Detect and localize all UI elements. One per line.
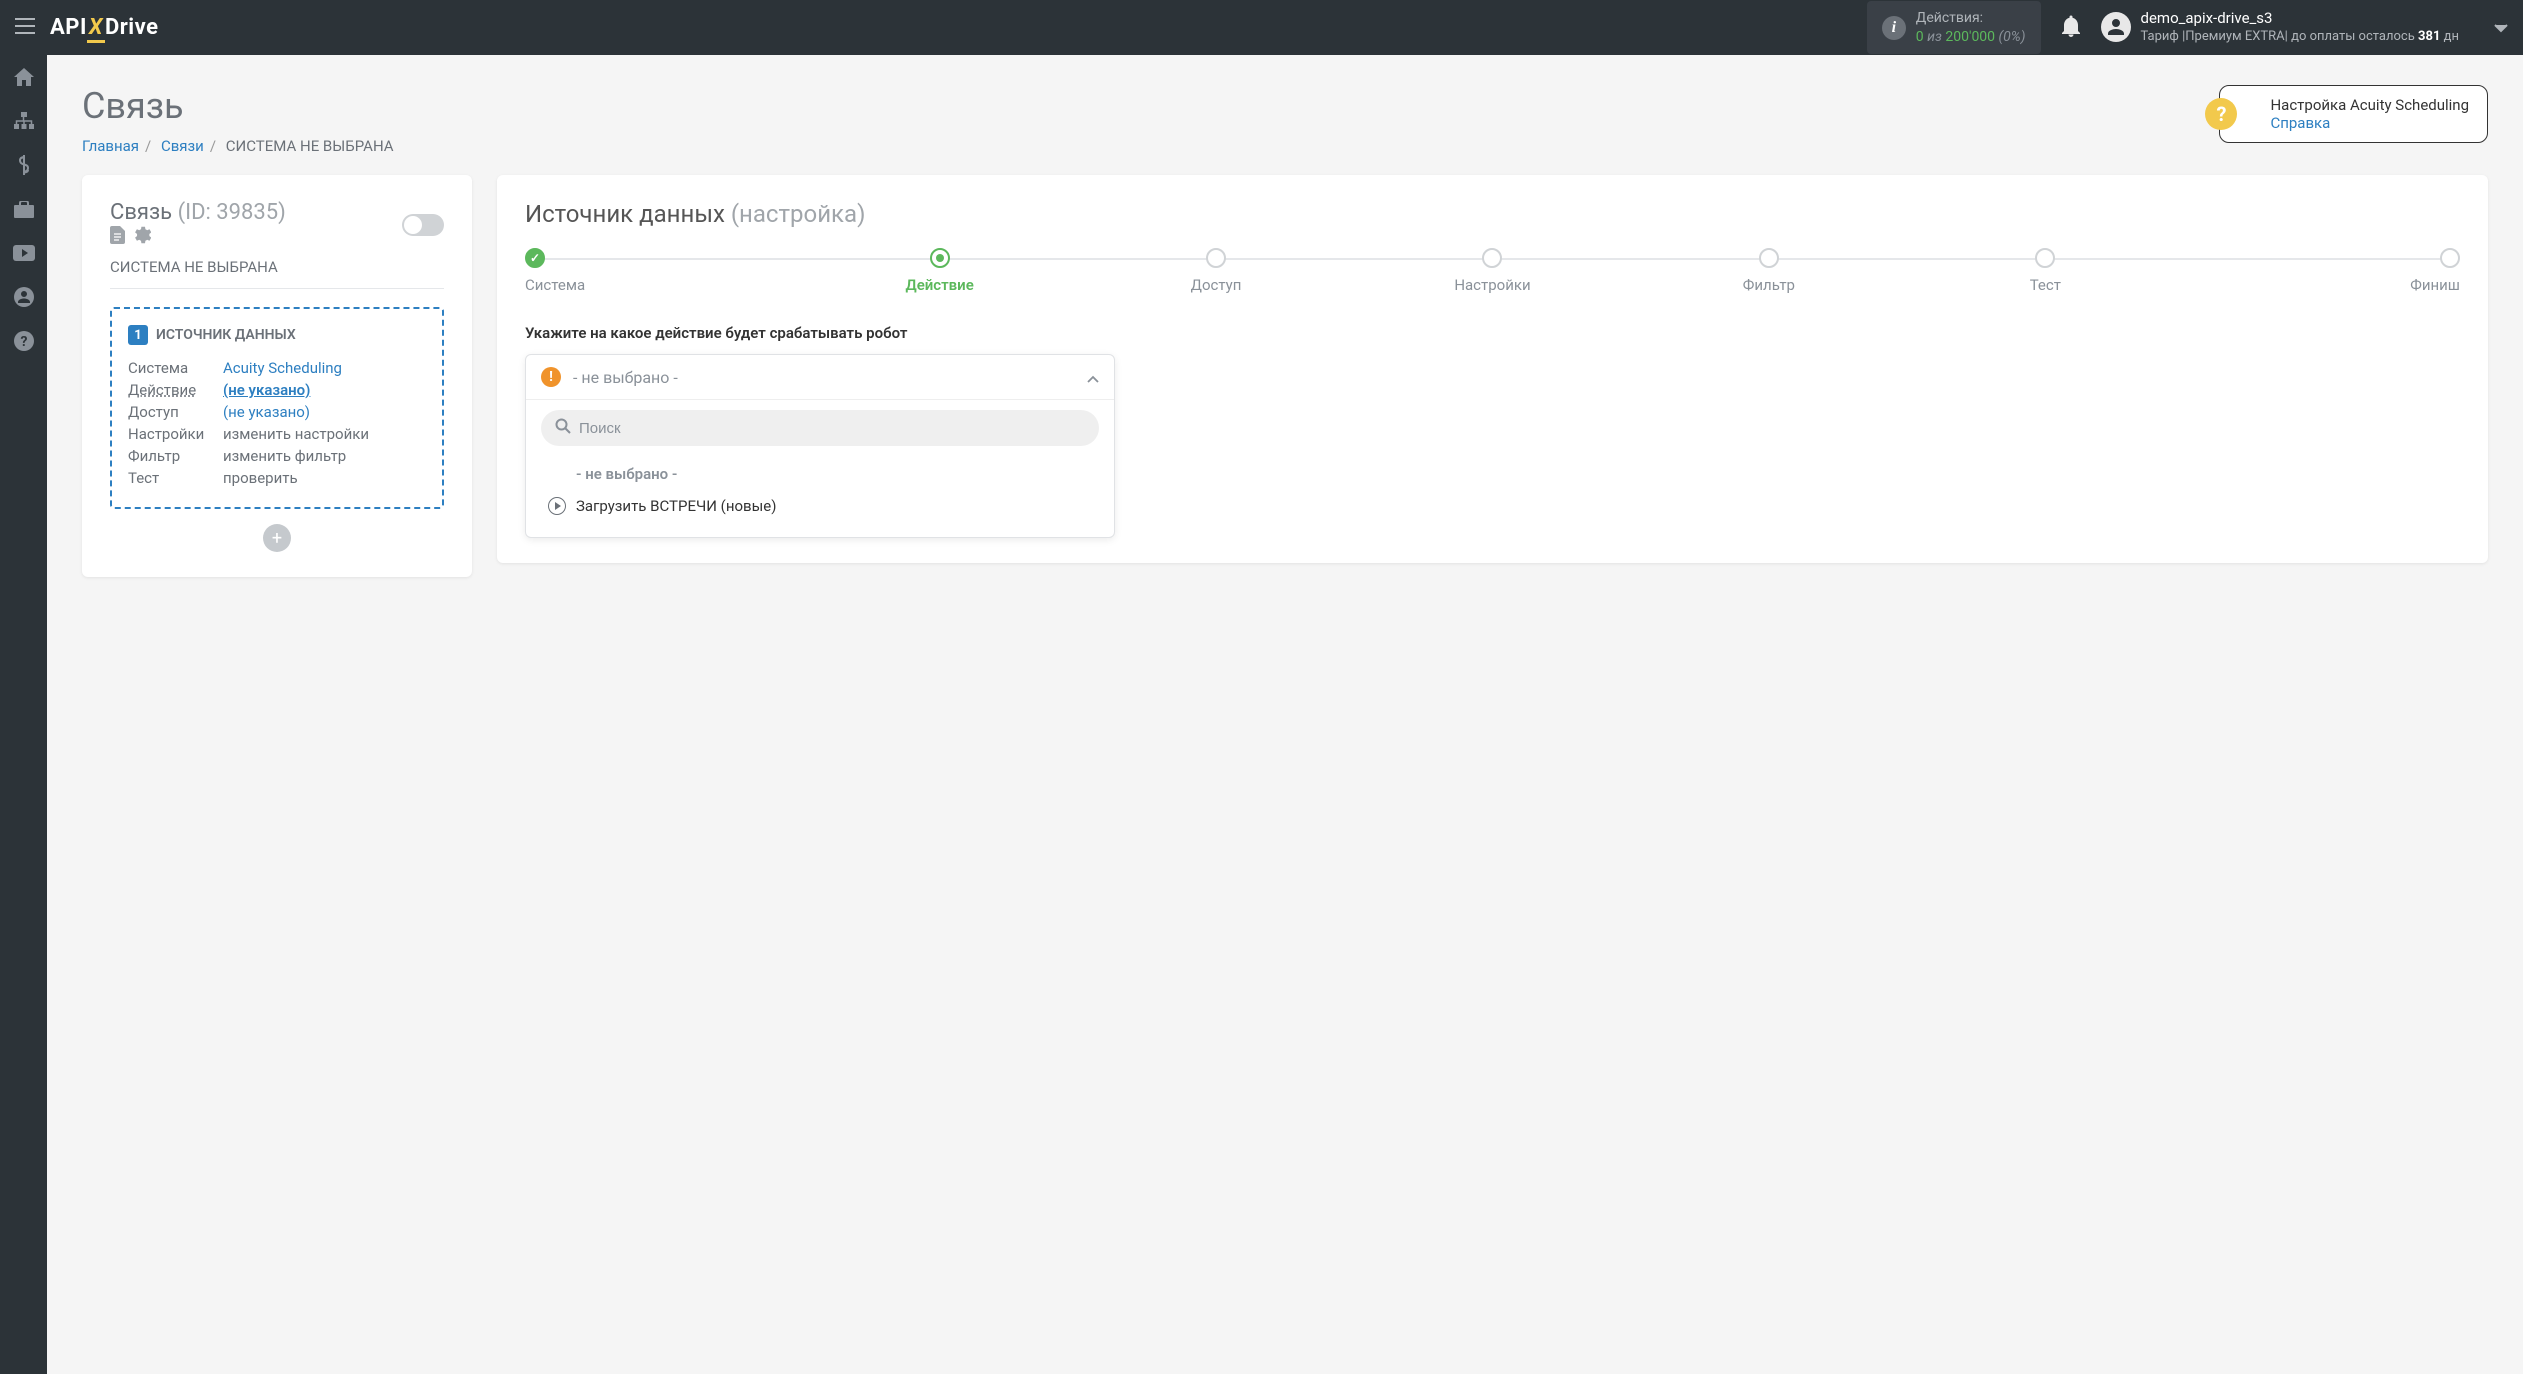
app-header: APIXDrive i Действия: 0 из 200'000 (0%) — [0, 0, 2523, 55]
chevron-down-icon[interactable] — [2494, 18, 2508, 37]
step-dot — [1482, 248, 1502, 268]
chevron-up-icon — [1087, 368, 1099, 387]
page-title: Связь — [82, 85, 394, 127]
step-label: Система — [525, 276, 801, 294]
step-настройки[interactable]: Настройки — [1354, 248, 1630, 294]
connection-card: Связь (ID: 39835) СИСТЕМА НЕ ВЫБРАНА 1 И… — [82, 175, 472, 577]
add-button[interactable]: + — [263, 524, 291, 552]
dropdown-option[interactable]: Загрузить ВСТРЕЧИ (новые) — [541, 490, 1099, 522]
sidebar-home[interactable] — [0, 55, 47, 99]
step-label: Финиш — [2184, 276, 2460, 294]
sidebar-briefcase[interactable] — [0, 187, 47, 231]
help-icon: ? — [2205, 98, 2237, 130]
sidebar-profile[interactable] — [0, 275, 47, 319]
enable-toggle[interactable] — [402, 214, 444, 236]
user-name: demo_apix-drive_s3 — [2141, 9, 2460, 29]
step-фильтр[interactable]: Фильтр — [1631, 248, 1907, 294]
datasource-card: Источник данных (настройка) СистемаДейст… — [497, 175, 2488, 563]
dropdown-selected: - не выбрано - — [573, 368, 1087, 387]
doc-icon[interactable] — [110, 225, 125, 250]
actions-label: Действия: — [1916, 9, 2026, 27]
step-финиш[interactable]: Финиш — [2184, 248, 2460, 294]
field-label: Тест — [128, 469, 223, 487]
datasource-title: Источник данных (настройка) — [525, 200, 2460, 228]
field-value[interactable]: проверить — [223, 469, 298, 487]
step-label: Действие — [801, 276, 1077, 294]
field-value[interactable]: изменить фильтр — [223, 447, 346, 465]
dropdown-option[interactable]: - не выбрано - — [541, 458, 1099, 490]
step-dot — [1206, 248, 1226, 268]
user-menu[interactable]: demo_apix-drive_s3 Тариф |Премиум EXTRA|… — [2101, 9, 2460, 45]
breadcrumb-current: СИСТЕМА НЕ ВЫБРАНА — [226, 137, 394, 155]
user-tariff: Тариф |Премиум EXTRA| до оплаты осталось… — [2141, 29, 2460, 46]
actions-pct: (0%) — [1999, 29, 2026, 45]
logo[interactable]: APIXDrive — [50, 15, 159, 40]
svg-text:?: ? — [20, 334, 27, 350]
search-icon — [555, 418, 571, 438]
step-dot — [930, 248, 950, 268]
step-dot — [2440, 248, 2460, 268]
source-box: 1 ИСТОЧНИК ДАННЫХ СистемаAcuity Scheduli… — [110, 307, 444, 509]
breadcrumb-links[interactable]: Связи — [161, 137, 204, 155]
sidebar-billing[interactable] — [0, 143, 47, 187]
field-value[interactable]: (не указано) — [223, 403, 310, 421]
dropdown-toggle[interactable]: ! - не выбрано - — [526, 355, 1114, 399]
step-label: Фильтр — [1631, 276, 1907, 294]
step-dot — [525, 248, 545, 268]
field-label: Система — [128, 359, 223, 377]
step-доступ[interactable]: Доступ — [1078, 248, 1354, 294]
field-label: Настройки — [128, 425, 223, 443]
actions-total: 200'000 — [1945, 29, 1995, 45]
gear-icon[interactable] — [133, 225, 151, 250]
play-icon — [548, 497, 566, 515]
field-value[interactable]: Acuity Scheduling — [223, 359, 342, 377]
bell-icon[interactable] — [2061, 15, 2081, 41]
help-title: Настройка Acuity Scheduling — [2270, 96, 2469, 114]
source-box-title: 1 ИСТОЧНИК ДАННЫХ — [128, 325, 426, 345]
field-label: Действие — [128, 381, 223, 399]
stepper: СистемаДействиеДоступНастройкиФильтрТест… — [525, 248, 2460, 294]
actions-counter: i Действия: 0 из 200'000 (0%) — [1867, 1, 2041, 53]
main-content: Связь Главная/ Связи/ СИСТЕМА НЕ ВЫБРАНА… — [47, 55, 2523, 607]
connection-title: Связь (ID: 39835) — [110, 200, 286, 250]
action-dropdown: ! - не выбрано - - не выбрано -Загрузить… — [525, 354, 1115, 538]
help-link[interactable]: Справка — [2270, 114, 2330, 132]
step-dot — [1759, 248, 1779, 268]
search-input[interactable] — [579, 420, 1085, 437]
step-dot — [2035, 248, 2055, 268]
avatar-icon — [2101, 12, 2131, 42]
connection-subtitle: СИСТЕМА НЕ ВЫБРАНА — [110, 258, 444, 289]
field-value[interactable]: изменить настройки — [223, 425, 369, 443]
step-действие[interactable]: Действие — [801, 248, 1077, 294]
sidebar-video[interactable] — [0, 231, 47, 275]
menu-icon[interactable] — [15, 18, 35, 38]
step-система[interactable]: Система — [525, 248, 801, 294]
sidebar-connections[interactable] — [0, 99, 47, 143]
help-callout: ? Настройка Acuity Scheduling Справка — [2219, 85, 2488, 143]
warning-icon: ! — [541, 367, 561, 387]
field-value[interactable]: (не указано) — [223, 381, 310, 399]
breadcrumb: Главная/ Связи/ СИСТЕМА НЕ ВЫБРАНА — [82, 137, 394, 155]
actions-used: 0 — [1916, 29, 1924, 45]
step-label: Тест — [1907, 276, 2183, 294]
sidebar-help[interactable]: ? — [0, 319, 47, 363]
step-label: Доступ — [1078, 276, 1354, 294]
field-label: Фильтр — [128, 447, 223, 465]
step-тест[interactable]: Тест — [1907, 248, 2183, 294]
field-title: Укажите на какое действие будет срабатыв… — [525, 324, 2460, 342]
step-label: Настройки — [1354, 276, 1630, 294]
breadcrumb-home[interactable]: Главная — [82, 137, 139, 155]
info-icon: i — [1882, 16, 1906, 40]
search-box — [541, 410, 1099, 446]
field-label: Доступ — [128, 403, 223, 421]
sidebar: ? — [0, 55, 47, 1374]
